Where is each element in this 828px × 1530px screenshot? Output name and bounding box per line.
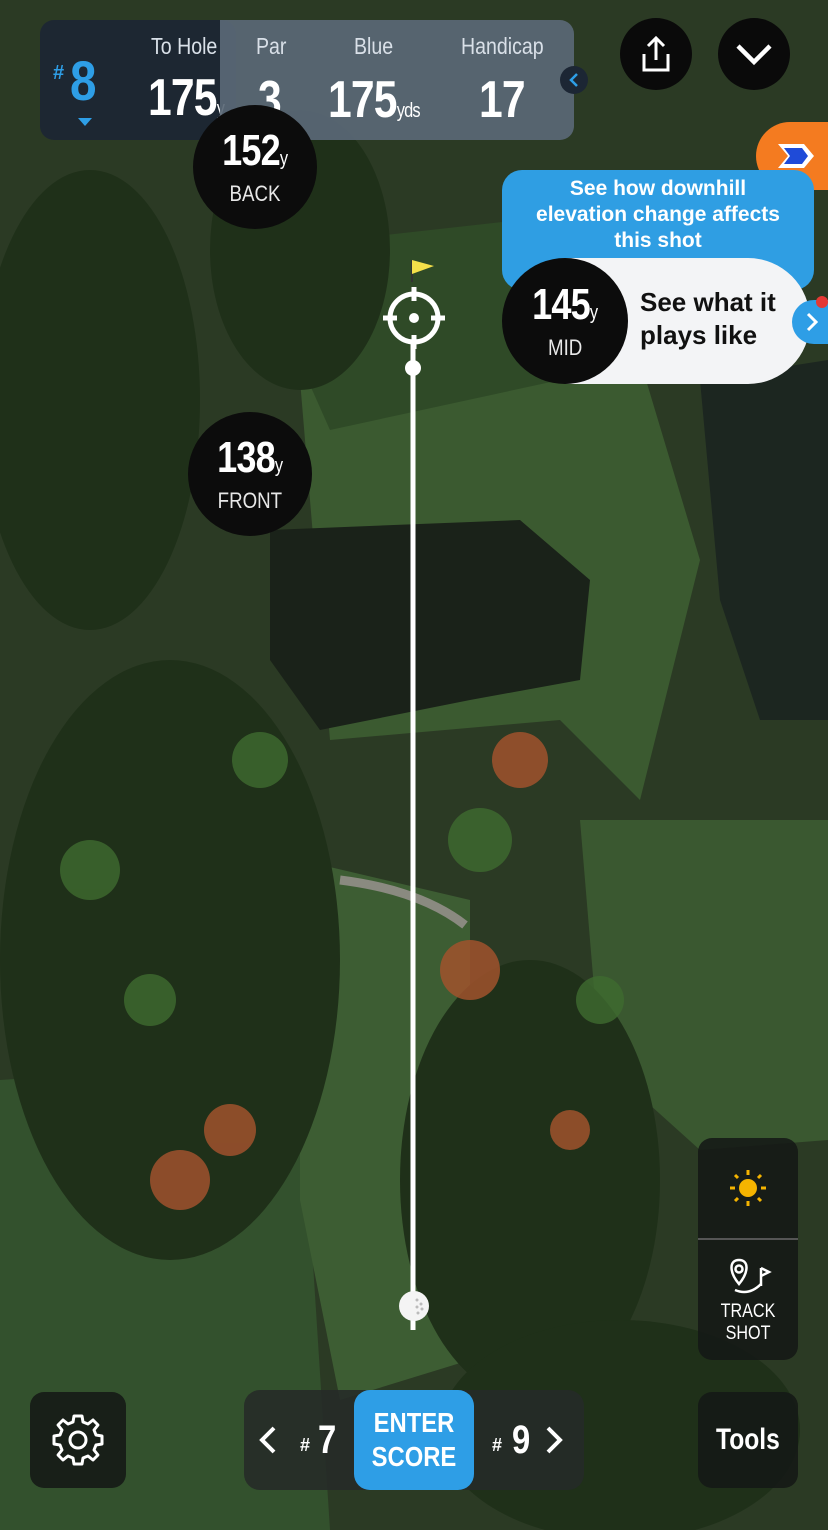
track-shot-icon bbox=[730, 1258, 772, 1294]
prev-hole-prefix: # bbox=[300, 1434, 311, 1455]
tools-button[interactable]: Tools bbox=[698, 1392, 798, 1488]
chevron-left-icon bbox=[569, 73, 578, 87]
mid-distance-marker: 145y MID bbox=[502, 258, 628, 384]
prev-hole-number: 7 bbox=[318, 1417, 337, 1462]
share-button[interactable] bbox=[620, 18, 692, 90]
handicap-label: Handicap bbox=[461, 33, 544, 59]
settings-button[interactable] bbox=[30, 1392, 126, 1488]
chevron-right-icon bbox=[546, 1426, 564, 1454]
collapse-info-button[interactable] bbox=[560, 66, 588, 94]
arrow-chevron-icon bbox=[778, 144, 814, 168]
previous-hole-button[interactable]: # 7 bbox=[250, 1398, 350, 1482]
settings-gear-icon bbox=[52, 1414, 104, 1466]
share-icon bbox=[642, 35, 670, 72]
track-shot-label-2: SHOT bbox=[725, 1323, 771, 1344]
handicap-value: 17 bbox=[479, 71, 526, 129]
back-distance-marker: 152y BACK bbox=[193, 105, 317, 229]
front-distance-marker: 138y FRONT bbox=[188, 412, 312, 536]
target-icon[interactable] bbox=[383, 287, 445, 349]
next-hole-button[interactable]: # 9 bbox=[484, 1398, 580, 1482]
notification-dot bbox=[816, 296, 828, 308]
flag-icon bbox=[411, 260, 434, 282]
enter-score-button[interactable]: ENTER SCORE bbox=[354, 1390, 474, 1490]
tee-label: Blue bbox=[354, 33, 394, 59]
chevron-down-icon bbox=[736, 44, 772, 66]
chevron-right-icon bbox=[806, 312, 818, 332]
chevron-left-icon bbox=[259, 1426, 276, 1454]
hole-dropdown-caret-icon bbox=[78, 118, 92, 126]
golf-ball-icon[interactable] bbox=[397, 1289, 431, 1323]
expand-menu-button[interactable] bbox=[718, 18, 790, 90]
next-hole-number: 9 bbox=[512, 1417, 531, 1462]
hole-prefix: # bbox=[53, 62, 65, 84]
tee-yardage: 175yds bbox=[328, 71, 421, 129]
to-hole-value: 175y bbox=[148, 69, 225, 127]
tools-label: Tools bbox=[716, 1423, 780, 1456]
track-shot-button[interactable]: TRACK SHOT bbox=[698, 1246, 798, 1356]
tools-divider bbox=[698, 1238, 798, 1240]
par-label: Par bbox=[256, 33, 287, 59]
hole-number: 8 bbox=[70, 49, 97, 112]
next-hole-prefix: # bbox=[492, 1434, 503, 1455]
to-hole-label: To Hole bbox=[151, 33, 218, 59]
track-shot-label-1: TRACK bbox=[720, 1301, 776, 1322]
weather-button[interactable] bbox=[698, 1138, 798, 1238]
sun-icon bbox=[730, 1170, 766, 1206]
